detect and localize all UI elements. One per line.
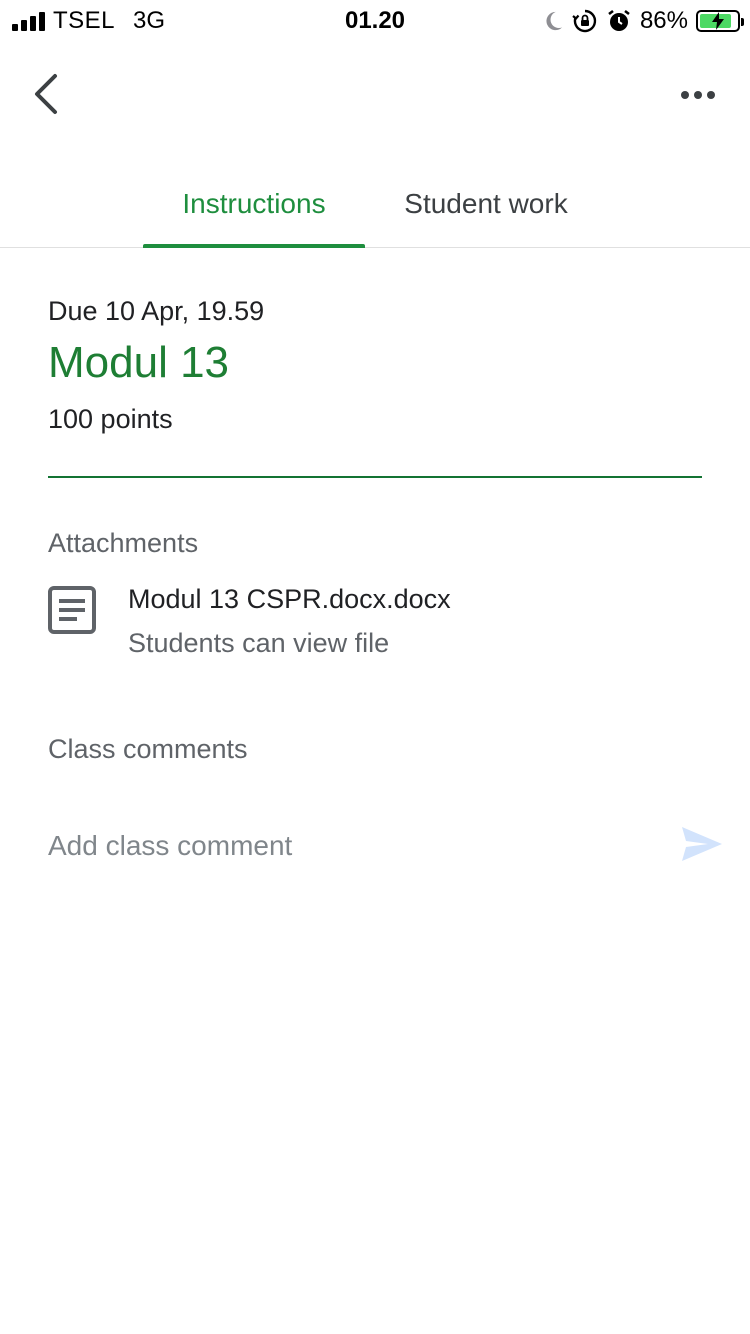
- moon-icon: [542, 10, 564, 32]
- more-options-button[interactable]: [670, 68, 726, 124]
- tab-instructions[interactable]: Instructions: [143, 160, 365, 247]
- assignment-detail-screen: TSEL 3G 01.20 86% Instructions Student w…: [0, 0, 750, 1334]
- due-date: Due 10 Apr, 19.59: [48, 296, 265, 326]
- header-divider: [48, 476, 702, 478]
- attachment-permission: Students can view file: [128, 628, 390, 658]
- status-bar-right: 86%: [542, 6, 744, 36]
- status-bar: TSEL 3G 01.20 86%: [0, 0, 750, 42]
- battery-percent: 86%: [639, 7, 688, 34]
- document-icon: [48, 586, 96, 634]
- tab-student-work[interactable]: Student work: [378, 160, 594, 247]
- tab-bar: Instructions Student work: [0, 160, 750, 248]
- alarm-icon: [606, 8, 632, 34]
- send-comment-button[interactable]: [676, 822, 728, 870]
- attachments-label: Attachments: [48, 528, 199, 558]
- chevron-left-icon: [31, 72, 61, 121]
- assignment-title: Modul 13: [48, 338, 230, 387]
- battery-charging-icon: [696, 10, 744, 32]
- orientation-lock-icon: [572, 8, 598, 34]
- assignment-points: 100 points: [48, 404, 173, 434]
- class-comments-label: Class comments: [48, 734, 248, 764]
- more-horizontal-icon: [680, 87, 716, 105]
- attachment-item[interactable]: Modul 13 CSPR.docx.docx Students can vie…: [48, 578, 702, 674]
- back-button[interactable]: [18, 68, 74, 124]
- active-tab-indicator: [143, 244, 365, 248]
- class-comment-input[interactable]: [48, 822, 648, 870]
- attachment-name: Modul 13 CSPR.docx.docx: [128, 584, 451, 614]
- app-bar: [0, 56, 750, 140]
- send-icon: [680, 825, 724, 868]
